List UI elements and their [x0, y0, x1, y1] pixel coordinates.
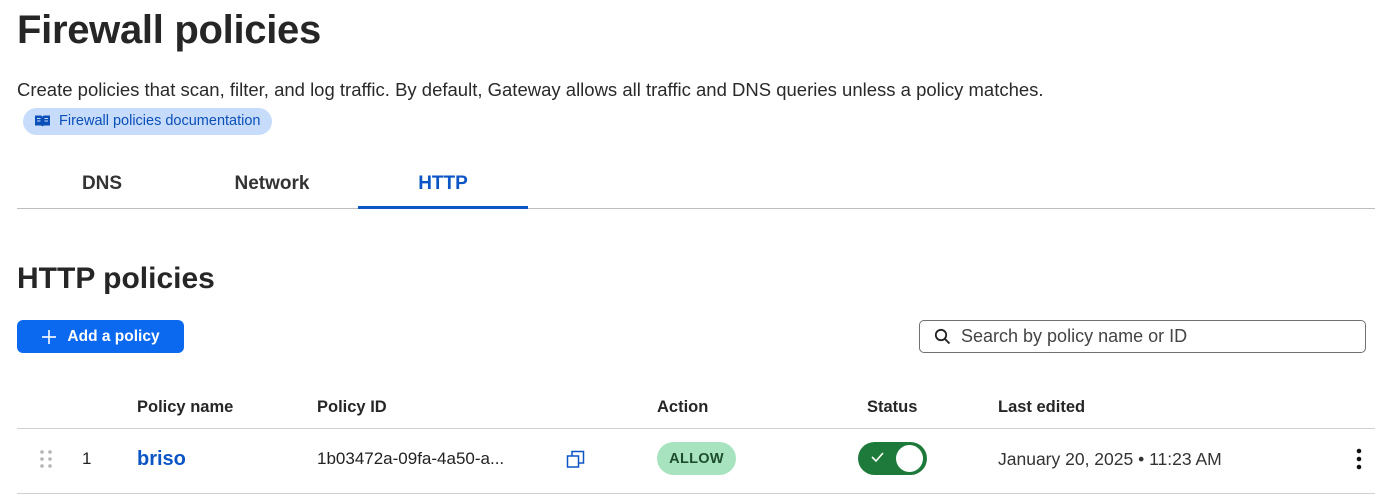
toggle-knob [896, 445, 923, 472]
documentation-link-label: Firewall policies documentation [59, 113, 261, 130]
search-box [919, 320, 1366, 353]
plus-icon [42, 329, 57, 344]
policy-tabs: DNS Network HTTP [17, 160, 1375, 209]
table-row-divider [17, 493, 1375, 494]
action-badge: ALLOW [657, 442, 736, 475]
column-header-policy-name[interactable]: Policy name [137, 398, 233, 417]
copy-icon[interactable] [566, 440, 585, 478]
column-header-policy-id: Policy ID [317, 398, 387, 416]
search-icon [934, 328, 951, 345]
documentation-link[interactable]: Firewall policies documentation [23, 107, 272, 135]
last-edited-value: January 20, 2025 • 11:23 AM [998, 448, 1222, 469]
add-policy-label: Add a policy [67, 327, 160, 345]
add-policy-button[interactable]: Add a policy [17, 320, 184, 353]
section-title: HTTP policies [17, 262, 215, 295]
policy-id-value: 1b03472a-09fa-4a50-a... [317, 449, 505, 468]
row-index: 1 [82, 449, 92, 468]
status-toggle[interactable] [858, 442, 927, 475]
tab-dns[interactable]: DNS [17, 160, 187, 208]
search-input[interactable] [961, 326, 1351, 347]
page-description: Create policies that scan, filter, and l… [17, 74, 1057, 138]
tab-network[interactable]: Network [187, 160, 357, 208]
book-icon [35, 115, 50, 128]
tab-http[interactable]: HTTP [358, 160, 528, 209]
policy-name-link[interactable]: briso [137, 440, 186, 478]
more-options-icon[interactable] [1352, 440, 1366, 478]
check-icon [871, 452, 884, 463]
column-header-last-edited[interactable]: Last edited [998, 398, 1085, 417]
table-header-divider [17, 428, 1375, 429]
column-header-action: Action [657, 398, 709, 416]
page-title: Firewall policies [17, 8, 321, 52]
column-header-status: Status [867, 398, 918, 416]
drag-handle-icon[interactable] [38, 440, 54, 478]
page-description-text: Create policies that scan, filter, and l… [17, 79, 1044, 100]
